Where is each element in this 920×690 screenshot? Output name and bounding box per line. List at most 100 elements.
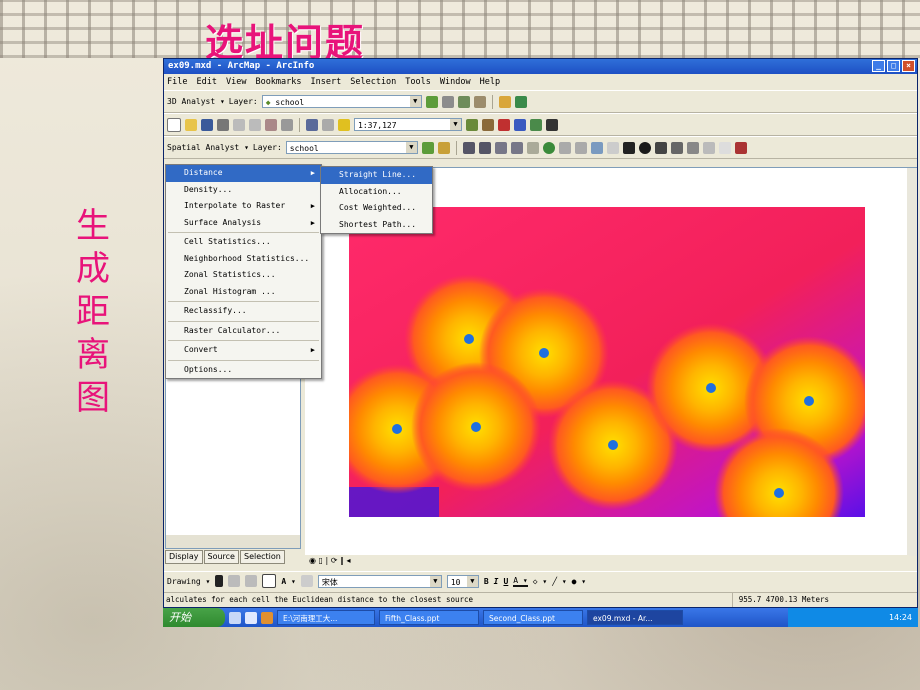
- find-icon[interactable]: [654, 141, 667, 154]
- arctoolbox-icon[interactable]: [498, 118, 510, 131]
- menu-item-reclassify[interactable]: Reclassify...: [166, 303, 321, 320]
- map-vertical-scrollbar[interactable]: [907, 168, 917, 556]
- menu-item-raster-calculator[interactable]: Raster Calculator...: [166, 323, 321, 340]
- marker-color-icon[interactable]: ● ▾: [572, 577, 586, 586]
- hyperlink-icon[interactable]: [702, 141, 715, 154]
- menu-item-cost-weighted[interactable]: Cost Weighted...: [321, 200, 432, 217]
- model-builder-icon[interactable]: [530, 118, 542, 131]
- rectangle-icon[interactable]: [262, 574, 277, 588]
- spatial-analyst-dropdown[interactable]: Spatial Analyst ▾: [167, 143, 249, 152]
- task-explorer[interactable]: E:\河南理工大...: [277, 610, 375, 625]
- 3d-analyst-dropdown[interactable]: 3D Analyst ▾: [167, 97, 225, 106]
- font-size-select[interactable]: 10 ▼: [446, 574, 479, 588]
- full-extent-icon[interactable]: [542, 141, 555, 154]
- arcglobe-icon[interactable]: [514, 95, 527, 108]
- menu-item-zonal-histogram[interactable]: Zonal Histogram ...: [166, 284, 321, 301]
- maximize-button[interactable]: □: [887, 60, 900, 72]
- spatial-layer-select[interactable]: school ▼: [285, 141, 418, 154]
- menu-item-zonal-statistics[interactable]: Zonal Statistics...: [166, 267, 321, 284]
- menu-item-interpolate[interactable]: Interpolate to Raster ▶: [166, 198, 321, 215]
- contour-icon[interactable]: [421, 141, 434, 154]
- measure-icon[interactable]: [686, 141, 699, 154]
- quicklaunch-icon[interactable]: [261, 611, 273, 624]
- arccatalog-icon[interactable]: [482, 118, 494, 131]
- paste-icon[interactable]: [265, 118, 277, 131]
- menu-help[interactable]: Help: [480, 74, 500, 90]
- callout-icon[interactable]: [300, 575, 313, 587]
- back-extent-icon[interactable]: [558, 141, 571, 154]
- html-popup-icon[interactable]: [718, 141, 731, 154]
- font-select[interactable]: 宋体 ▼: [317, 574, 442, 588]
- clear-selection-icon[interactable]: [606, 141, 619, 154]
- drawing-dropdown[interactable]: Drawing ▾: [167, 577, 210, 586]
- copy-icon[interactable]: [249, 118, 261, 131]
- open-icon[interactable]: [185, 118, 197, 131]
- menu-window[interactable]: Window: [440, 74, 471, 90]
- cut-icon[interactable]: [233, 118, 245, 131]
- rotate-icon[interactable]: [228, 575, 241, 587]
- line-color-icon[interactable]: ╱ ▾: [552, 577, 566, 586]
- task-arcmap[interactable]: ex09.mxd - Ar...: [587, 610, 683, 625]
- menu-bookmarks[interactable]: Bookmarks: [255, 74, 301, 90]
- tab-source[interactable]: Source: [203, 550, 239, 564]
- zoom-out-icon[interactable]: [478, 141, 491, 154]
- menu-item-options[interactable]: Options...: [166, 362, 321, 379]
- quicklaunch-icon[interactable]: [245, 611, 257, 624]
- menu-item-distance[interactable]: Distance ▶: [166, 165, 321, 182]
- tab-selection[interactable]: Selection: [239, 550, 285, 564]
- fixed-zoom-out-icon[interactable]: [510, 141, 523, 154]
- minimize-button[interactable]: _: [872, 60, 885, 72]
- add-data-icon[interactable]: [338, 118, 350, 131]
- steepest-path-icon[interactable]: [441, 95, 454, 108]
- tab-display[interactable]: Display: [165, 550, 203, 564]
- delete-icon[interactable]: [281, 118, 293, 131]
- menu-view[interactable]: View: [226, 74, 246, 90]
- underline-button[interactable]: U: [503, 577, 508, 586]
- menu-selection[interactable]: Selection: [350, 74, 396, 90]
- menu-tools[interactable]: Tools: [405, 74, 431, 90]
- menu-item-convert[interactable]: Convert ▶: [166, 342, 321, 359]
- select-elements-icon[interactable]: [622, 141, 635, 154]
- start-button[interactable]: 开始: [163, 608, 225, 627]
- histogram-icon[interactable]: [437, 141, 450, 154]
- menu-item-density[interactable]: Density...: [166, 182, 321, 199]
- select-elements-icon[interactable]: [215, 575, 224, 587]
- toc-horizontal-scrollbar[interactable]: [166, 535, 300, 548]
- contour-icon[interactable]: [425, 95, 438, 108]
- zoom-in-icon[interactable]: [462, 141, 475, 154]
- zoom-whole-page-icon[interactable]: [245, 575, 258, 587]
- command-line-icon[interactable]: [514, 118, 526, 131]
- menu-item-neighborhood-statistics[interactable]: Neighborhood Statistics...: [166, 251, 321, 268]
- arcscene-icon[interactable]: [498, 95, 511, 108]
- menu-item-shortest-path[interactable]: Shortest Path...: [321, 217, 432, 234]
- undo-icon[interactable]: [306, 118, 318, 131]
- scale-select[interactable]: 1:37,127 ▼: [354, 118, 462, 131]
- italic-button[interactable]: I: [494, 577, 499, 586]
- menu-item-allocation[interactable]: Allocation...: [321, 184, 432, 201]
- time-slider-icon[interactable]: [734, 141, 747, 154]
- font-color-icon[interactable]: A ▾: [513, 576, 528, 587]
- select-features-icon[interactable]: [590, 141, 603, 154]
- close-button[interactable]: ×: [902, 60, 915, 72]
- go-to-xy-icon[interactable]: [670, 141, 683, 154]
- bold-button[interactable]: B: [484, 577, 489, 586]
- text-tool-icon[interactable]: A ▾: [281, 577, 295, 586]
- forward-extent-icon[interactable]: [574, 141, 587, 154]
- 3d-layer-select[interactable]: ◆ school ▼: [261, 95, 422, 108]
- redo-icon[interactable]: [322, 118, 334, 131]
- profile-graph-icon[interactable]: [473, 95, 486, 108]
- map-horizontal-scrollbar[interactable]: ◉ ▯ | ⟳ ‖ ◂: [305, 555, 909, 567]
- identify-icon[interactable]: [638, 141, 651, 154]
- quicklaunch-icon[interactable]: [229, 611, 241, 624]
- whats-this-icon[interactable]: [546, 118, 558, 131]
- pan-icon[interactable]: [526, 141, 539, 154]
- task-second-class[interactable]: Second_Class.ppt: [483, 610, 583, 625]
- fixed-zoom-in-icon[interactable]: [494, 141, 507, 154]
- menu-item-surface-analysis[interactable]: Surface Analysis ▶: [166, 215, 321, 232]
- window-titlebar[interactable]: ex09.mxd - ArcMap - ArcInfo _ □ ×: [164, 59, 917, 74]
- new-icon[interactable]: [167, 117, 181, 132]
- menu-edit[interactable]: Edit: [196, 74, 216, 90]
- menu-file[interactable]: File: [167, 74, 187, 90]
- menu-item-cell-statistics[interactable]: Cell Statistics...: [166, 234, 321, 251]
- fill-color-icon[interactable]: ◇ ▾: [533, 577, 547, 586]
